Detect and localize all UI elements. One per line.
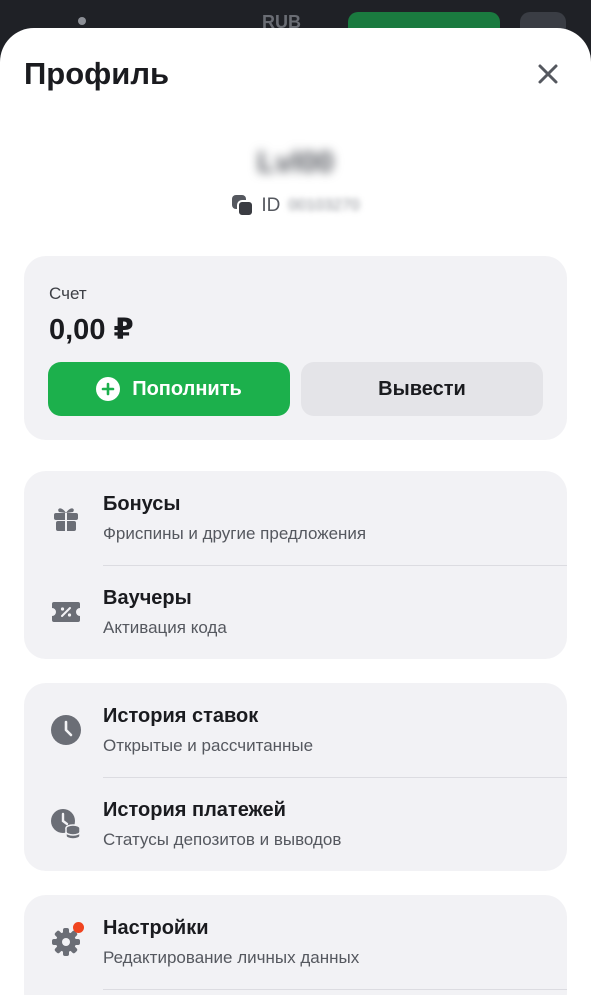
plus-icon bbox=[96, 377, 121, 401]
deposit-button[interactable]: Пополнить bbox=[48, 362, 290, 416]
menu-item-subtitle: Редактирование личных данных bbox=[103, 948, 360, 967]
menu-dot-icon bbox=[78, 17, 86, 25]
menu-item-vouchers[interactable]: Ваучеры Активация кода bbox=[24, 565, 567, 659]
gift-icon bbox=[50, 502, 82, 534]
notification-dot bbox=[73, 922, 84, 933]
history-card: История ставок Открытые и рассчитанные И… bbox=[24, 683, 567, 871]
deposit-label: Пополнить bbox=[132, 377, 242, 400]
menu-item-title: Настройки bbox=[103, 917, 209, 939]
menu-item-bet-history[interactable]: История ставок Открытые и рассчитанные bbox=[24, 683, 567, 777]
menu-item-subtitle: Статусы депозитов и выводов bbox=[103, 830, 342, 849]
withdraw-button[interactable]: Вывести bbox=[301, 362, 543, 416]
clock-icon bbox=[50, 714, 82, 746]
profile-sheet: Профиль Lvl00 ID 00103270 Счет 0,00 ₽ По… bbox=[0, 28, 591, 995]
close-icon bbox=[538, 64, 558, 84]
copy-icon bbox=[232, 195, 255, 217]
settings-card: Настройки Редактирование личных данных bbox=[24, 895, 567, 995]
promotions-card: Бонусы Фриспины и другие предложения Вау… bbox=[24, 471, 567, 659]
user-id-row[interactable]: ID 00103270 bbox=[0, 194, 591, 218]
page-title: Профиль bbox=[24, 56, 170, 91]
close-button[interactable] bbox=[530, 56, 566, 92]
id-value: 00103270 bbox=[288, 197, 360, 214]
voucher-icon bbox=[50, 596, 82, 628]
account-label: Счет bbox=[49, 284, 87, 303]
menu-item-title: Ваучеры bbox=[103, 587, 192, 609]
withdraw-label: Вывести bbox=[378, 377, 466, 400]
menu-item-subtitle: Активация кода bbox=[103, 618, 227, 637]
divider bbox=[103, 989, 567, 990]
payment-history-icon bbox=[50, 808, 82, 840]
menu-item-title: История ставок bbox=[103, 705, 259, 727]
menu-item-title: История платежей bbox=[103, 799, 286, 821]
menu-item-subtitle: Открытые и рассчитанные bbox=[103, 736, 314, 755]
menu-item-settings[interactable]: Настройки Редактирование личных данных bbox=[24, 895, 567, 989]
menu-item-bonuses[interactable]: Бонусы Фриспины и другие предложения bbox=[24, 471, 567, 565]
menu-item-subtitle: Фриспины и другие предложения bbox=[103, 524, 367, 543]
account-card: Счет 0,00 ₽ Пополнить Вывести bbox=[24, 256, 567, 440]
user-name: Lvl00 bbox=[257, 146, 334, 179]
account-balance: 0,00 ₽ bbox=[49, 314, 134, 346]
menu-item-title: Бонусы bbox=[103, 493, 181, 515]
id-label: ID bbox=[261, 195, 281, 216]
menu-item-payment-history[interactable]: История платежей Статусы депозитов и выв… bbox=[24, 777, 567, 871]
